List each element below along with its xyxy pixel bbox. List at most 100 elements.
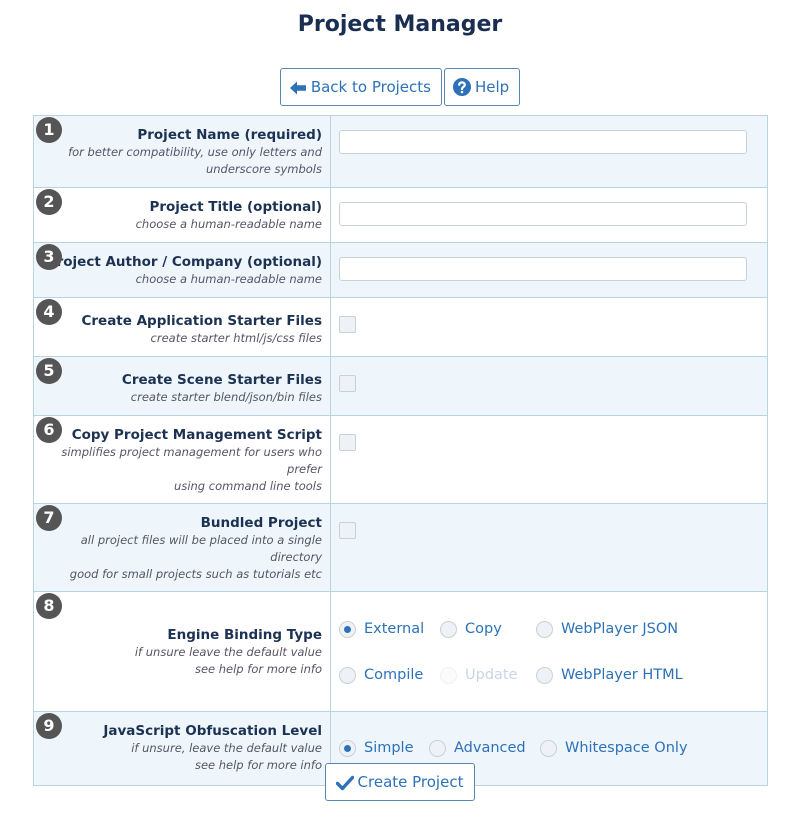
row-control-cell [330, 115, 768, 188]
form-row-bundled-project: 7 Bundled Project all project files will… [33, 503, 768, 592]
field-label: Project Title (optional) [149, 199, 322, 215]
radio-update: Update [440, 666, 536, 684]
step-badge: 5 [36, 358, 62, 384]
field-hint: simplifies project management for users … [61, 445, 322, 476]
field-label: Copy Project Management Script [71, 427, 322, 443]
field-label: Project Author / Company (optional) [46, 254, 322, 270]
radio-label: Update [465, 667, 518, 683]
field-label: Create Scene Starter Files [121, 372, 322, 388]
project-form: 1 Project Name (required) for better com… [33, 115, 768, 786]
step-badge: 1 [36, 117, 62, 143]
radio-label: Compile [364, 667, 424, 683]
form-row-project-title: 2 Project Title (optional) choose a huma… [33, 187, 768, 243]
row-control-cell [330, 415, 768, 504]
form-row-scene-starter-files: 5 Create Scene Starter Files create star… [33, 356, 768, 416]
radio-compile[interactable]: Compile [339, 666, 440, 684]
step-badge: 7 [36, 505, 62, 531]
row-control-cell [330, 503, 768, 592]
project-author-input[interactable] [339, 257, 747, 281]
radio-simple[interactable]: Simple [339, 739, 429, 757]
create-project-button[interactable]: Create Project [324, 763, 476, 801]
project-name-input[interactable] [339, 130, 747, 154]
field-hint: if unsure leave the default value [134, 645, 322, 659]
radio-row: Compile Update WebPlayer HTML [339, 665, 747, 685]
field-label: Bundled Project [200, 515, 322, 531]
field-hint: choose a human-readable name [135, 272, 322, 286]
field-hint: good for small projects such as tutorial… [69, 567, 322, 581]
radio-label: Whitespace Only [565, 740, 688, 756]
field-hint: all project files will be placed into a … [80, 533, 322, 564]
radio-label: Advanced [454, 740, 526, 756]
help-button-label: Help [474, 78, 510, 96]
step-badge: 2 [36, 189, 62, 215]
field-hint: choose a human-readable name [135, 217, 322, 231]
scene-starter-files-checkbox[interactable] [339, 375, 356, 392]
radio-label: Copy [465, 621, 502, 637]
radio-label: WebPlayer JSON [561, 621, 679, 637]
bundled-project-checkbox[interactable] [339, 522, 356, 539]
back-button-label: Back to Projects [310, 78, 431, 96]
field-hint: for better compatibility, use only lette… [68, 145, 322, 159]
project-title-input[interactable] [339, 202, 747, 226]
radio-webplayer-json[interactable]: WebPlayer JSON [536, 620, 679, 638]
step-badge: 4 [36, 299, 62, 325]
row-label-cell: 3 Project Author / Company (optional) ch… [33, 242, 331, 298]
field-label: Engine Binding Type [167, 627, 322, 643]
row-control-cell [330, 187, 768, 243]
help-button[interactable]: Help [443, 68, 521, 106]
row-label-cell: 8 Engine Binding Type if unsure leave th… [33, 591, 331, 712]
row-control-cell [330, 297, 768, 357]
radio-label: External [364, 621, 425, 637]
row-label-cell: 4 Create Application Starter Files creat… [33, 297, 331, 357]
field-hint: if unsure, leave the default value [131, 741, 322, 755]
management-script-checkbox[interactable] [339, 434, 356, 451]
check-icon [335, 775, 354, 791]
radio-circle [536, 666, 553, 684]
radio-circle [339, 739, 356, 757]
field-hint: underscore symbols [205, 162, 322, 176]
form-row-engine-binding: 8 Engine Binding Type if unsure leave th… [33, 591, 768, 712]
radio-advanced[interactable]: Advanced [429, 739, 540, 757]
step-badge: 9 [36, 713, 62, 739]
row-label-cell: 7 Bundled Project all project files will… [33, 503, 331, 592]
radio-circle [339, 620, 356, 638]
field-hint: using command line tools [174, 479, 322, 493]
radio-circle [429, 739, 446, 757]
top-toolbar: Back to Projects Help [0, 68, 800, 106]
row-control-cell [330, 242, 768, 298]
form-row-project-name: 1 Project Name (required) for better com… [33, 115, 768, 188]
row-label-cell: 2 Project Title (optional) choose a huma… [33, 187, 331, 243]
form-row-management-script: 6 Copy Project Management Script simplif… [33, 415, 768, 504]
radio-whitespace-only[interactable]: Whitespace Only [540, 739, 688, 757]
radio-circle [540, 739, 557, 757]
step-badge: 6 [36, 417, 62, 443]
field-hint: create starter blend/json/bin files [130, 390, 322, 404]
create-button-label: Create Project [357, 773, 464, 791]
form-row-project-author: 3 Project Author / Company (optional) ch… [33, 242, 768, 298]
field-hint: see help for more info [194, 662, 322, 676]
row-label-cell: 6 Copy Project Management Script simplif… [33, 415, 331, 504]
field-label: Project Name (required) [137, 127, 322, 143]
question-circle-icon [452, 78, 471, 96]
radio-external[interactable]: External [339, 620, 440, 638]
radio-webplayer-html[interactable]: WebPlayer HTML [536, 666, 683, 684]
radio-label: WebPlayer HTML [561, 667, 683, 683]
footer-actions: Create Project [0, 763, 800, 801]
radio-circle [440, 620, 457, 638]
radio-circle [339, 666, 356, 684]
radio-row: Simple Advanced Whitespace Only [339, 738, 747, 758]
back-to-projects-button[interactable]: Back to Projects [279, 68, 442, 106]
row-control-cell [330, 356, 768, 416]
row-control-cell: External Copy WebPlayer JSON Compile Upd… [330, 591, 768, 712]
radio-circle [440, 666, 457, 684]
field-hint: create starter html/js/css files [150, 331, 322, 345]
radio-copy[interactable]: Copy [440, 620, 536, 638]
arrow-left-icon [289, 81, 306, 95]
field-label: JavaScript Obfuscation Level [103, 723, 322, 739]
form-row-app-starter-files: 4 Create Application Starter Files creat… [33, 297, 768, 357]
radio-row: External Copy WebPlayer JSON [339, 619, 747, 639]
app-starter-files-checkbox[interactable] [339, 316, 356, 333]
step-badge: 8 [36, 593, 62, 619]
radio-circle [536, 620, 553, 638]
field-label: Create Application Starter Files [81, 313, 322, 329]
